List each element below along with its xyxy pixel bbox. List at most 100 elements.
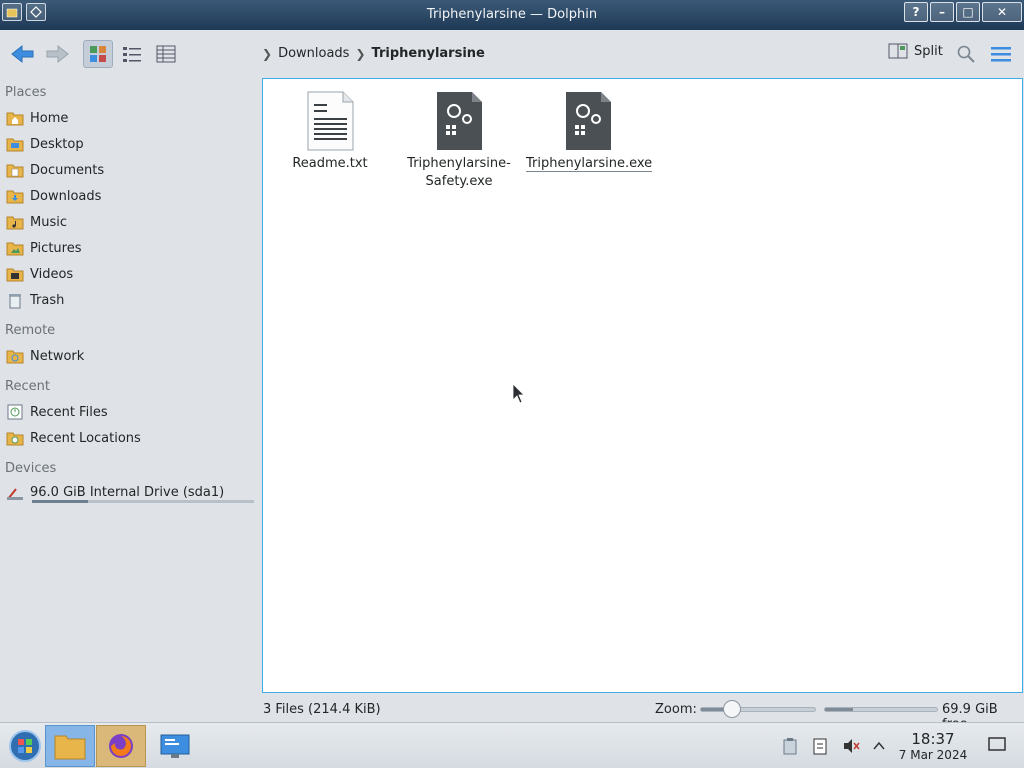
firefox-icon	[109, 734, 133, 758]
breadcrumb: ❯ Downloads ❯ Triphenylarsine	[262, 46, 485, 61]
volume-muted-icon[interactable]	[842, 737, 860, 759]
compact-view-icon	[123, 47, 141, 62]
file-name-text: Triphenylarsine.exe	[526, 156, 653, 172]
split-view-icon	[888, 43, 908, 59]
titlebar-right-buttons: ? – □ ✕	[904, 2, 1022, 22]
documents-folder-icon	[6, 161, 24, 179]
split-label: Split	[914, 43, 943, 59]
status-bar: 3 Files (214.4 KiB) Zoom: 69.9 GiB free	[0, 697, 1024, 732]
taskbar: 18:37 7 Mar 2024	[0, 722, 1024, 768]
file-name: Triphenylarsine.exe	[526, 155, 653, 173]
recent-files-icon	[6, 403, 24, 421]
search-icon	[957, 45, 975, 63]
file-item-triphenylarsine-exe[interactable]: Triphenylarsine.exe	[526, 91, 653, 173]
sidebar-item-label: Videos	[30, 266, 74, 282]
file-view[interactable]: Readme.txt Triphenylarsine- Safety.exe T…	[262, 78, 1023, 693]
hamburger-menu-button[interactable]	[990, 44, 1012, 68]
sidebar-item-videos[interactable]: Videos	[6, 263, 256, 285]
sidebar-item-home[interactable]: Home	[6, 107, 256, 129]
breadcrumb-downloads[interactable]: Downloads	[278, 46, 349, 61]
drive-usage-fill	[32, 500, 88, 503]
file-item-readme[interactable]: Readme.txt	[268, 91, 392, 173]
videos-folder-icon	[6, 265, 24, 283]
zoom-slider-handle[interactable]	[723, 700, 742, 718]
folder-icon	[54, 735, 86, 760]
show-desktop-icon[interactable]	[988, 737, 1006, 757]
minimize-button[interactable]: –	[930, 2, 954, 22]
sidebar-item-network[interactable]: Network	[6, 345, 256, 367]
sidebar-item-recent-locations[interactable]: Recent Locations	[6, 427, 256, 449]
file-item-safety-exe[interactable]: Triphenylarsine- Safety.exe	[397, 91, 521, 191]
sidebar-item-recent-files[interactable]: Recent Files	[6, 401, 256, 423]
search-button[interactable]	[956, 44, 976, 68]
back-button[interactable]	[8, 40, 38, 68]
taskbar-firefox-button[interactable]	[96, 725, 146, 767]
taskbar-system-settings-button[interactable]	[150, 725, 200, 767]
split-button[interactable]: Split	[888, 42, 943, 60]
free-space-fill	[825, 708, 853, 711]
sidebar-item-label: 96.0 GiB Internal Drive (sda1)	[30, 484, 225, 500]
sidebar-item-documents[interactable]: Documents	[6, 159, 256, 181]
music-folder-icon	[6, 213, 24, 231]
clock-date: 7 Mar 2024	[898, 748, 968, 762]
sidebar-item-downloads[interactable]: Downloads	[6, 185, 256, 207]
hamburger-menu-icon	[991, 47, 1011, 62]
sidebar-item-label: Music	[30, 214, 67, 230]
maximize-button[interactable]: □	[956, 2, 980, 22]
compact-view-button[interactable]	[117, 40, 147, 68]
desktop-folder-icon	[6, 135, 24, 153]
sidebar-item-label: Pictures	[30, 240, 82, 256]
toolbar: ❯ Downloads ❯ Triphenylarsine Split	[0, 30, 1024, 78]
breadcrumb-current[interactable]: Triphenylarsine	[372, 46, 485, 61]
sidebar-item-label: Home	[30, 110, 69, 126]
taskbar-dolphin-button[interactable]	[45, 725, 95, 767]
start-menu-button[interactable]	[0, 725, 50, 767]
sidebar-item-music[interactable]: Music	[6, 211, 256, 233]
window-titlebar[interactable]: Triphenylarsine — Dolphin ? – □ ✕	[0, 0, 1024, 30]
drive-usage-bar	[32, 500, 254, 503]
places-panel: Places Home Desktop Documents Downloads …	[0, 80, 260, 720]
sidebar-item-label: Network	[30, 348, 85, 364]
remote-header: Remote	[5, 323, 56, 338]
icons-view-button[interactable]	[83, 40, 113, 68]
sidebar-item-label: Desktop	[30, 136, 84, 152]
zoom-slider[interactable]	[700, 707, 816, 712]
devices-header: Devices	[5, 461, 57, 476]
notes-tray-icon[interactable]	[812, 737, 828, 759]
downloads-folder-icon	[6, 187, 24, 205]
sidebar-item-label: Downloads	[30, 188, 102, 204]
icons-view-icon	[90, 46, 106, 62]
file-name-line1: Triphenylarsine-	[407, 156, 511, 171]
details-view-icon	[156, 45, 176, 63]
sidebar-item-trash[interactable]: Trash	[6, 289, 256, 311]
sidebar-item-desktop[interactable]: Desktop	[6, 133, 256, 155]
hard-drive-icon	[6, 483, 24, 501]
forward-button[interactable]	[42, 40, 72, 68]
file-name: Readme.txt	[292, 156, 368, 171]
help-button[interactable]: ?	[904, 2, 928, 22]
breadcrumb-chevron-icon[interactable]: ❯	[355, 47, 365, 61]
clock-time: 18:37	[911, 730, 955, 748]
mouse-cursor-icon	[512, 383, 525, 404]
executable-file-icon	[434, 91, 484, 151]
clock[interactable]: 18:37 7 Mar 2024	[896, 730, 970, 763]
details-view-button[interactable]	[151, 40, 181, 68]
file-name: Triphenylarsine- Safety.exe	[397, 155, 521, 191]
sidebar-item-label: Recent Locations	[30, 430, 141, 446]
chevron-up-icon[interactable]	[872, 737, 886, 759]
sidebar-item-label: Documents	[30, 162, 105, 178]
places-header: Places	[5, 85, 47, 100]
window-title: Triphenylarsine — Dolphin	[426, 7, 598, 22]
sidebar-item-label: Recent Files	[30, 404, 108, 420]
forward-arrow-icon	[46, 44, 69, 64]
free-space-bar	[824, 707, 938, 712]
network-folder-icon	[6, 347, 24, 365]
sidebar-item-label: Trash	[30, 292, 65, 308]
sidebar-item-pictures[interactable]: Pictures	[6, 237, 256, 259]
executable-file-icon	[563, 91, 613, 151]
close-button[interactable]: ✕	[982, 2, 1022, 22]
start-orb-icon	[9, 730, 41, 762]
clipboard-tray-icon[interactable]	[782, 737, 798, 759]
breadcrumb-root-chevron-icon[interactable]: ❯	[262, 47, 272, 61]
text-file-icon	[305, 91, 355, 151]
